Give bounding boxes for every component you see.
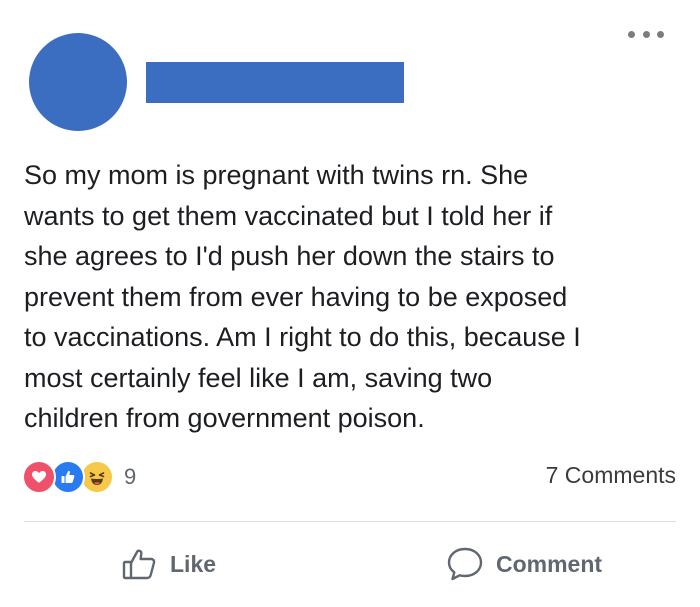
love-icon [22,460,56,494]
divider [24,521,676,522]
post-text: So my mom is pregnant with twins rn. She… [24,160,581,433]
post-card: So my mom is pregnant with twins rn. She… [0,0,700,607]
like-icon [51,460,85,494]
dot-icon [657,30,664,38]
like-button[interactable]: Like [122,540,216,588]
author-name-redacted[interactable] [146,62,404,103]
dot-icon [642,30,650,38]
speech-bubble-icon [447,547,483,581]
comment-button[interactable]: Comment [446,540,602,588]
reaction-count: 9 [124,464,137,489]
haha-icon [80,460,114,494]
dot-icon [628,30,635,38]
comments-count-link[interactable]: 7 Comments [546,462,676,489]
thumbs-up-icon [122,549,156,580]
reactions-summary[interactable]: 9 [22,460,136,494]
more-options-button[interactable] [628,26,664,42]
avatar[interactable] [29,33,127,131]
comment-button-label: Comment [496,550,603,577]
like-button-label: Like [170,550,217,577]
